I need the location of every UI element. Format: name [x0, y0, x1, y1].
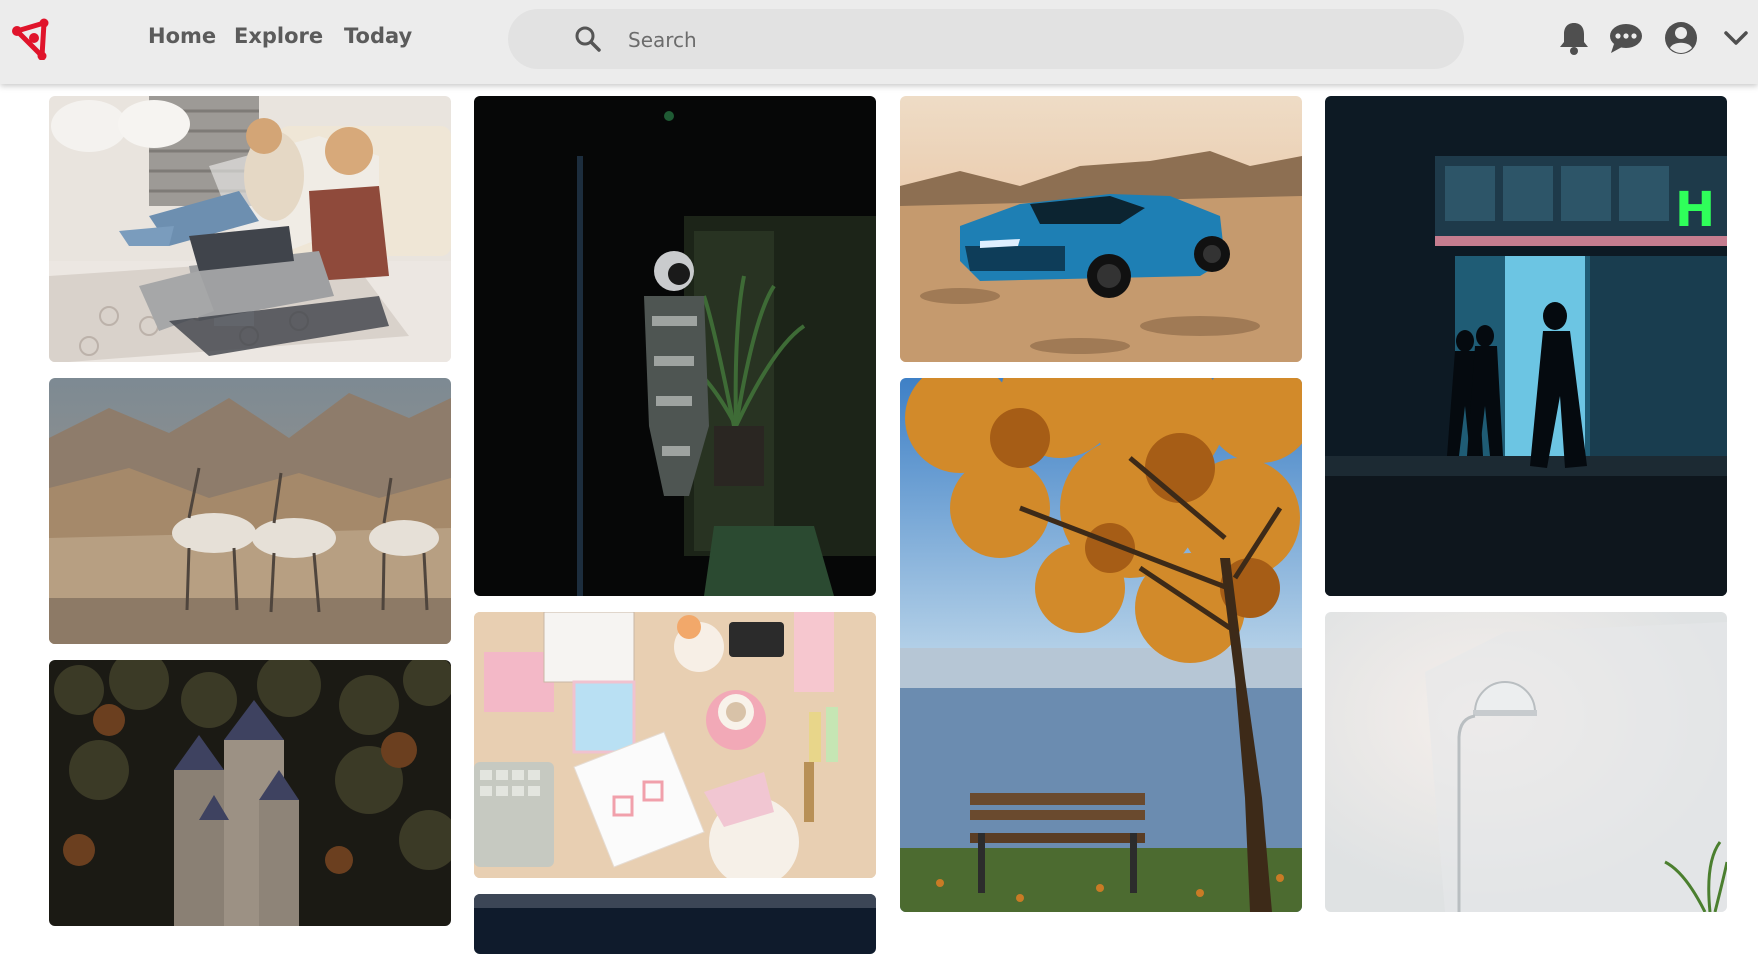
pin-blue-sports-car[interactable]	[900, 96, 1302, 362]
chevron-down-icon[interactable]	[1716, 18, 1756, 58]
bell-icon[interactable]	[1554, 18, 1594, 58]
pin-kids-on-couch[interactable]	[49, 96, 451, 362]
pin-night-sky[interactable]	[474, 894, 876, 954]
nav-home-link[interactable]: Home	[148, 24, 216, 48]
top-navigation-bar: Home Explore Today	[0, 0, 1758, 84]
pin-astronaut-dark-room[interactable]	[474, 96, 876, 596]
chat-icon[interactable]	[1606, 18, 1646, 58]
pin-castle-forest[interactable]	[49, 660, 451, 926]
pin-autumn-tree-lake-bench[interactable]	[900, 378, 1302, 912]
pin-neon-storefront-night[interactable]: H	[1325, 96, 1727, 596]
pin-antelopes-desert[interactable]	[49, 378, 451, 644]
search-input[interactable]	[626, 19, 1430, 61]
nav-today-link[interactable]: Today	[344, 24, 412, 48]
pin-pink-desk-flatlay[interactable]	[474, 612, 876, 878]
account-icon[interactable]	[1661, 18, 1701, 58]
storefront-sign-text: H	[1675, 182, 1715, 238]
search-icon	[575, 26, 601, 52]
pin-white-floor-lamp[interactable]	[1325, 612, 1727, 912]
nav-explore-link[interactable]: Explore	[234, 24, 323, 48]
search-bar[interactable]	[508, 9, 1464, 69]
pinboard-logo-icon[interactable]	[10, 14, 56, 60]
